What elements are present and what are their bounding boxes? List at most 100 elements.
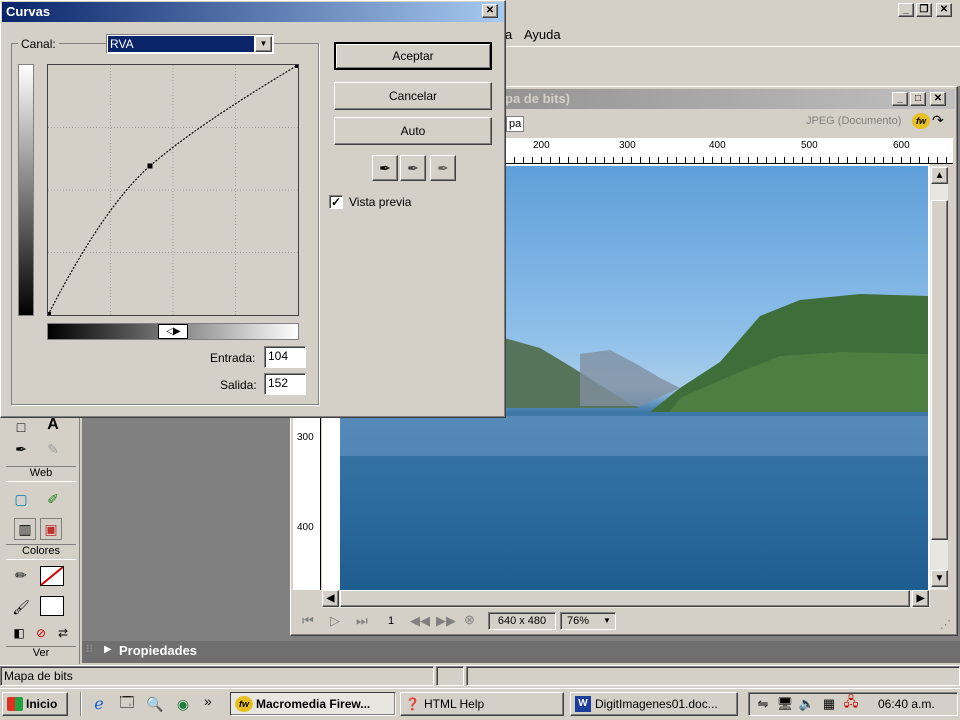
ruler-tick xyxy=(586,157,587,163)
play-icon[interactable]: ▷ xyxy=(330,613,340,629)
doc-minimize-button[interactable]: _ xyxy=(892,92,908,106)
scroll-down-button[interactable]: ▼ xyxy=(931,570,948,587)
entrada-input[interactable]: 104 xyxy=(264,346,306,368)
ruler-tick xyxy=(622,157,623,163)
vista-previa-label[interactable]: Vista previa xyxy=(349,195,411,209)
ruler-tick xyxy=(631,157,632,163)
ruler-tick xyxy=(748,157,749,163)
ruler-tick xyxy=(937,157,938,163)
ruler-tick xyxy=(865,157,866,163)
black-eyedropper-button[interactable]: ✒ xyxy=(372,155,398,181)
fill-color-swatch[interactable] xyxy=(40,596,64,616)
doc-tab[interactable]: pa xyxy=(506,116,525,132)
stroke-color-swatch[interactable] xyxy=(40,566,64,586)
cancelar-button[interactable]: Cancelar xyxy=(334,82,492,110)
no-color-icon[interactable]: ⊘ xyxy=(30,622,52,644)
properties-grip-icon[interactable]: ⁝⁝ xyxy=(86,642,93,655)
hide-slices-icon[interactable]: ▥ xyxy=(14,518,36,540)
gray-eyedropper-button[interactable]: ✒ xyxy=(400,155,426,181)
canal-select[interactable]: RVA ▼ xyxy=(106,34,274,54)
taskbar-item-fireworks[interactable]: fw Macromedia Firew... xyxy=(230,692,396,716)
ruler-tick xyxy=(820,157,821,163)
gradient-direction-toggle[interactable]: ◁▶ xyxy=(158,324,188,339)
first-frame-icon[interactable]: ⏮ xyxy=(302,613,314,629)
ruler-tick xyxy=(919,157,920,163)
app-quicklaunch-icon[interactable]: ◉ xyxy=(172,693,194,715)
ie-icon[interactable]: ℯ xyxy=(88,693,110,715)
tray-lan-icon[interactable]: 🖧 xyxy=(840,693,862,715)
app-close-button[interactable]: ✕ xyxy=(936,3,952,17)
stroke-color-icon[interactable]: ✏ xyxy=(10,564,32,586)
prev-frame-icon[interactable]: ◀◀ xyxy=(410,613,430,629)
clock[interactable]: 06:40 a.m. xyxy=(878,697,935,711)
ruler-tick xyxy=(640,157,641,163)
zoom-dropdown-icon[interactable]: ▼ xyxy=(603,616,611,625)
ruler-tick xyxy=(595,157,596,163)
scroll-left-button[interactable]: ◀ xyxy=(322,590,339,607)
ruler-tick xyxy=(577,157,578,163)
scroll-thumb-vertical[interactable] xyxy=(931,200,948,540)
taskbar-separator xyxy=(80,692,82,716)
resize-grip-icon[interactable]: ⋰ xyxy=(940,618,951,631)
scroll-right-button[interactable]: ▶ xyxy=(912,590,929,607)
white-eyedropper-button[interactable]: ✒ xyxy=(430,155,456,181)
app-minimize-button[interactable]: _ xyxy=(898,3,914,17)
auto-button[interactable]: Auto xyxy=(334,117,492,145)
tray-network-icon[interactable]: ⇋ xyxy=(752,693,774,715)
curve-graph[interactable] xyxy=(47,64,299,316)
hotspot-tool-icon[interactable]: ▢ xyxy=(10,488,32,510)
ruler-tick xyxy=(568,157,569,163)
ruler-tick xyxy=(802,157,803,163)
export-arrow-icon[interactable]: ↷ xyxy=(932,112,944,129)
default-colors-icon[interactable]: ◧ xyxy=(8,622,30,644)
menu-item-ayuda[interactable]: Ayuda xyxy=(524,27,561,42)
desktop-icon[interactable]: 🗔 xyxy=(116,693,138,715)
ruler-tick xyxy=(559,157,560,163)
knife-tool-icon[interactable]: ✎ xyxy=(42,438,64,460)
pen-tool-icon[interactable]: ✒ xyxy=(10,438,32,460)
tray-monitor-icon[interactable]: 🖥 xyxy=(774,693,796,715)
quicklaunch-more-icon[interactable]: » xyxy=(204,693,212,709)
last-frame-icon[interactable]: ⏭ xyxy=(356,613,368,629)
ruler-tick xyxy=(946,157,947,163)
tray-volume-icon[interactable]: 🔈 xyxy=(796,693,818,715)
windows-logo-icon xyxy=(7,697,23,711)
menu-item-partial[interactable]: a xyxy=(505,27,512,42)
doc-maximize-button[interactable]: □ xyxy=(910,92,926,106)
status-cell-3 xyxy=(466,666,960,686)
canal-dropdown-icon[interactable]: ▼ xyxy=(255,36,272,52)
doc-close-button[interactable]: ✕ xyxy=(930,92,946,106)
scroll-thumb-horizontal[interactable] xyxy=(340,590,910,607)
salida-input[interactable]: 152 xyxy=(264,373,306,395)
ruler-top: 200 300 400 500 600 xyxy=(505,138,953,164)
swap-colors-icon[interactable]: ⇄ xyxy=(52,622,74,644)
next-frame-icon[interactable]: ▶▶ xyxy=(436,613,456,629)
canal-selected-value: RVA xyxy=(108,36,254,52)
properties-label[interactable]: Propiedades xyxy=(119,643,197,658)
show-slices-icon[interactable]: ▣ xyxy=(40,518,62,540)
ruler-tick xyxy=(523,157,524,163)
scroll-up-button[interactable]: ▲ xyxy=(931,167,948,184)
app-restore-button[interactable]: ❐ xyxy=(916,3,932,17)
start-button[interactable]: Inicio xyxy=(2,692,68,716)
word-icon: W xyxy=(575,696,591,712)
slice-tool-icon[interactable]: ✐ xyxy=(42,488,64,510)
tray-display-icon[interactable]: ▦ xyxy=(818,693,840,715)
fill-color-icon[interactable]: 🖌 xyxy=(10,596,32,618)
web-section-header: Web xyxy=(6,466,76,482)
ruler-tick xyxy=(928,157,929,163)
ruler-tick xyxy=(604,157,605,163)
explorer-icon[interactable]: 🔍 xyxy=(144,693,166,715)
properties-panel[interactable] xyxy=(82,641,960,663)
vista-previa-checkbox[interactable]: ✓ xyxy=(329,195,343,209)
aceptar-button[interactable]: Aceptar xyxy=(334,42,492,70)
dialog-close-button[interactable]: ✕ xyxy=(482,4,498,18)
stop-icon[interactable]: ⊗ xyxy=(464,612,475,628)
taskbar-item-htmlhelp[interactable]: ❓ HTML Help xyxy=(400,692,564,716)
view-section-header: Ver xyxy=(6,646,76,662)
status-text: Mapa de bits xyxy=(0,666,434,686)
properties-expand-icon[interactable]: ▶ xyxy=(104,644,112,655)
rectangle-tool-icon[interactable]: □ xyxy=(10,416,32,438)
taskbar-item-word[interactable]: W DigitImagenes01.doc... xyxy=(570,692,738,716)
fireworks-export-icon[interactable]: fw xyxy=(912,113,930,129)
